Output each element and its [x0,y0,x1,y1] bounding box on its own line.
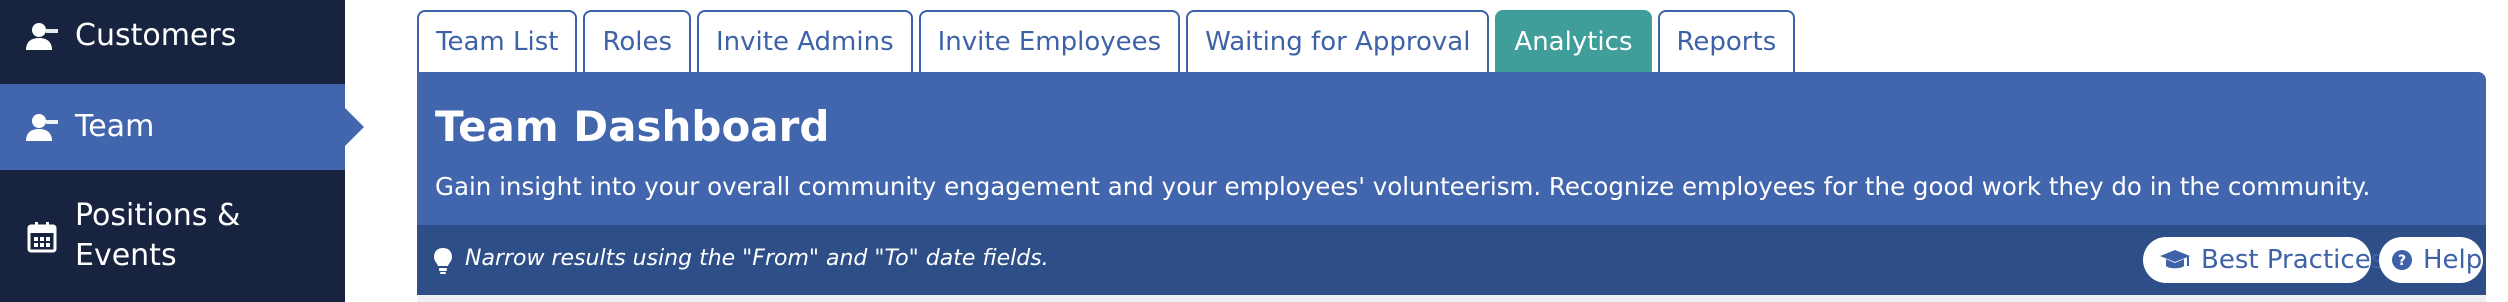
content-area-edge [417,295,2486,302]
help-label: Help [2423,245,2483,275]
user-icon [22,107,62,147]
sidebar-item-customers[interactable]: Customers [0,0,345,82]
tab-waiting-for-approval[interactable]: Waiting for Approval [1186,10,1490,72]
help-button[interactable]: ? Help [2379,237,2483,283]
active-nav-arrow [345,108,364,146]
sidebar: Customers Team Positions & Events [0,0,345,302]
sidebar-item-label: Customers [75,18,237,53]
dashboard-header-panel: Team Dashboard Gain insight into your ov… [417,72,2486,225]
calendar-icon [22,217,62,257]
user-icon [22,16,62,56]
sidebar-item-positions-events[interactable]: Positions & Events [0,172,345,302]
tab-reports[interactable]: Reports [1657,10,1796,72]
tab-team-list[interactable]: Team List [417,10,578,72]
question-circle-icon: ? [2392,250,2412,270]
tab-roles[interactable]: Roles [583,10,692,72]
page-description: Gain insight into your overall community… [435,172,2371,201]
sidebar-item-label: Positions & Events [75,198,241,273]
sidebar-item-team[interactable]: Team [0,84,345,170]
tab-invite-admins[interactable]: Invite Admins [697,10,913,72]
tab-invite-employees[interactable]: Invite Employees [918,10,1181,72]
hint-bar: Narrow results using the "From" and "To"… [417,225,2486,295]
tab-bar: Team List Roles Invite Admins Invite Emp… [417,10,1796,72]
hint-text: Narrow results using the "From" and "To"… [465,246,1049,271]
svg-text:?: ? [2398,253,2406,269]
best-practices-label: Best Practices [2201,245,2385,275]
lightbulb-icon [432,247,454,275]
tab-analytics[interactable]: Analytics [1495,10,1652,72]
page-title: Team Dashboard [435,102,830,151]
sidebar-item-label: Team [75,109,155,144]
best-practices-button[interactable]: Best Practices [2143,237,2384,283]
app-page: Customers Team Positions & Events Team L… [0,0,2508,302]
graduation-cap-icon [2160,250,2190,269]
